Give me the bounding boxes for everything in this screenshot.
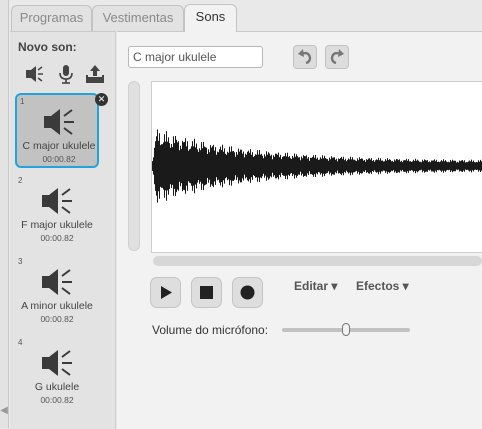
tab-costumes[interactable]: Vestimentas — [92, 5, 184, 31]
waveform-canvas[interactable] — [151, 81, 482, 253]
record-button[interactable] — [232, 277, 263, 308]
mic-volume-slider-knob[interactable] — [342, 323, 350, 336]
tab-scripts[interactable]: Programas — [11, 5, 92, 31]
sound-item-name: F major ukulele — [15, 219, 99, 231]
sound-item-number: 2 — [18, 176, 22, 185]
sound-item-a-minor-ukulele[interactable]: 3 A minor ukulele 00:00.82 — [15, 255, 99, 330]
delete-sound-icon[interactable]: ✕ — [95, 93, 108, 106]
play-button[interactable] — [150, 277, 181, 308]
sound-item-name: G ukulele — [15, 381, 99, 393]
effects-menu[interactable]: Efectos ▾ — [356, 279, 409, 293]
sound-item-number: 1 — [20, 97, 24, 106]
sound-item-g-ukulele[interactable]: 4 G ukulele 00:00.82 — [15, 336, 99, 411]
record-icon — [233, 278, 262, 307]
sound-item-duration: 00:00.82 — [15, 395, 99, 405]
sound-item-duration: 00:00.82 — [17, 154, 101, 164]
undo-icon — [294, 46, 316, 68]
play-icon — [151, 278, 180, 307]
speaker-library-icon[interactable] — [23, 63, 45, 85]
sound-list-panel: Novo son: 1 C major ukulele 00:00.82 ✕ — [10, 31, 116, 429]
speaker-icon — [39, 267, 79, 297]
redo-icon — [326, 46, 348, 68]
undo-button[interactable] — [293, 45, 317, 69]
new-sound-label: Novo son: — [18, 40, 77, 54]
horizontal-scrollbar[interactable] — [153, 256, 482, 266]
sound-item-duration: 00:00.82 — [15, 233, 99, 243]
stop-button[interactable] — [191, 277, 222, 308]
left-collapse-strip — [0, 0, 9, 428]
tab-bar: Programas Vestimentas Sons — [10, 0, 482, 32]
redo-button[interactable] — [325, 45, 349, 69]
vertical-zoom-bar[interactable] — [128, 81, 140, 251]
speaker-icon — [41, 107, 81, 137]
tab-sounds[interactable]: Sons — [184, 4, 237, 32]
sound-item-f-major-ukulele[interactable]: 2 F major ukulele 00:00.82 — [15, 174, 99, 249]
sound-item-duration: 00:00.82 — [15, 314, 99, 324]
sound-item-number: 3 — [18, 257, 22, 266]
waveform-path — [153, 130, 482, 203]
sound-item-name: A minor ukulele — [15, 300, 99, 312]
sound-item-number: 4 — [18, 338, 22, 347]
speaker-icon — [39, 348, 79, 378]
collapse-arrow-icon[interactable]: ◀ — [0, 404, 8, 418]
edit-menu[interactable]: Editar ▾ — [294, 279, 337, 293]
microphone-icon[interactable] — [55, 63, 77, 85]
stop-icon — [192, 278, 221, 307]
mic-volume-label: Volume do micrófono: — [152, 323, 268, 337]
sound-editor-panel: Editar ▾ Efectos ▾ Volume do micrófono: — [117, 31, 482, 429]
sound-name-input[interactable] — [128, 46, 263, 68]
sound-item-c-major-ukulele[interactable]: 1 C major ukulele 00:00.82 ✕ — [15, 93, 99, 168]
speaker-icon — [39, 186, 79, 216]
sound-item-name: C major ukulele — [17, 140, 101, 152]
upload-icon[interactable] — [84, 63, 106, 85]
waveform-graphic — [152, 82, 482, 252]
